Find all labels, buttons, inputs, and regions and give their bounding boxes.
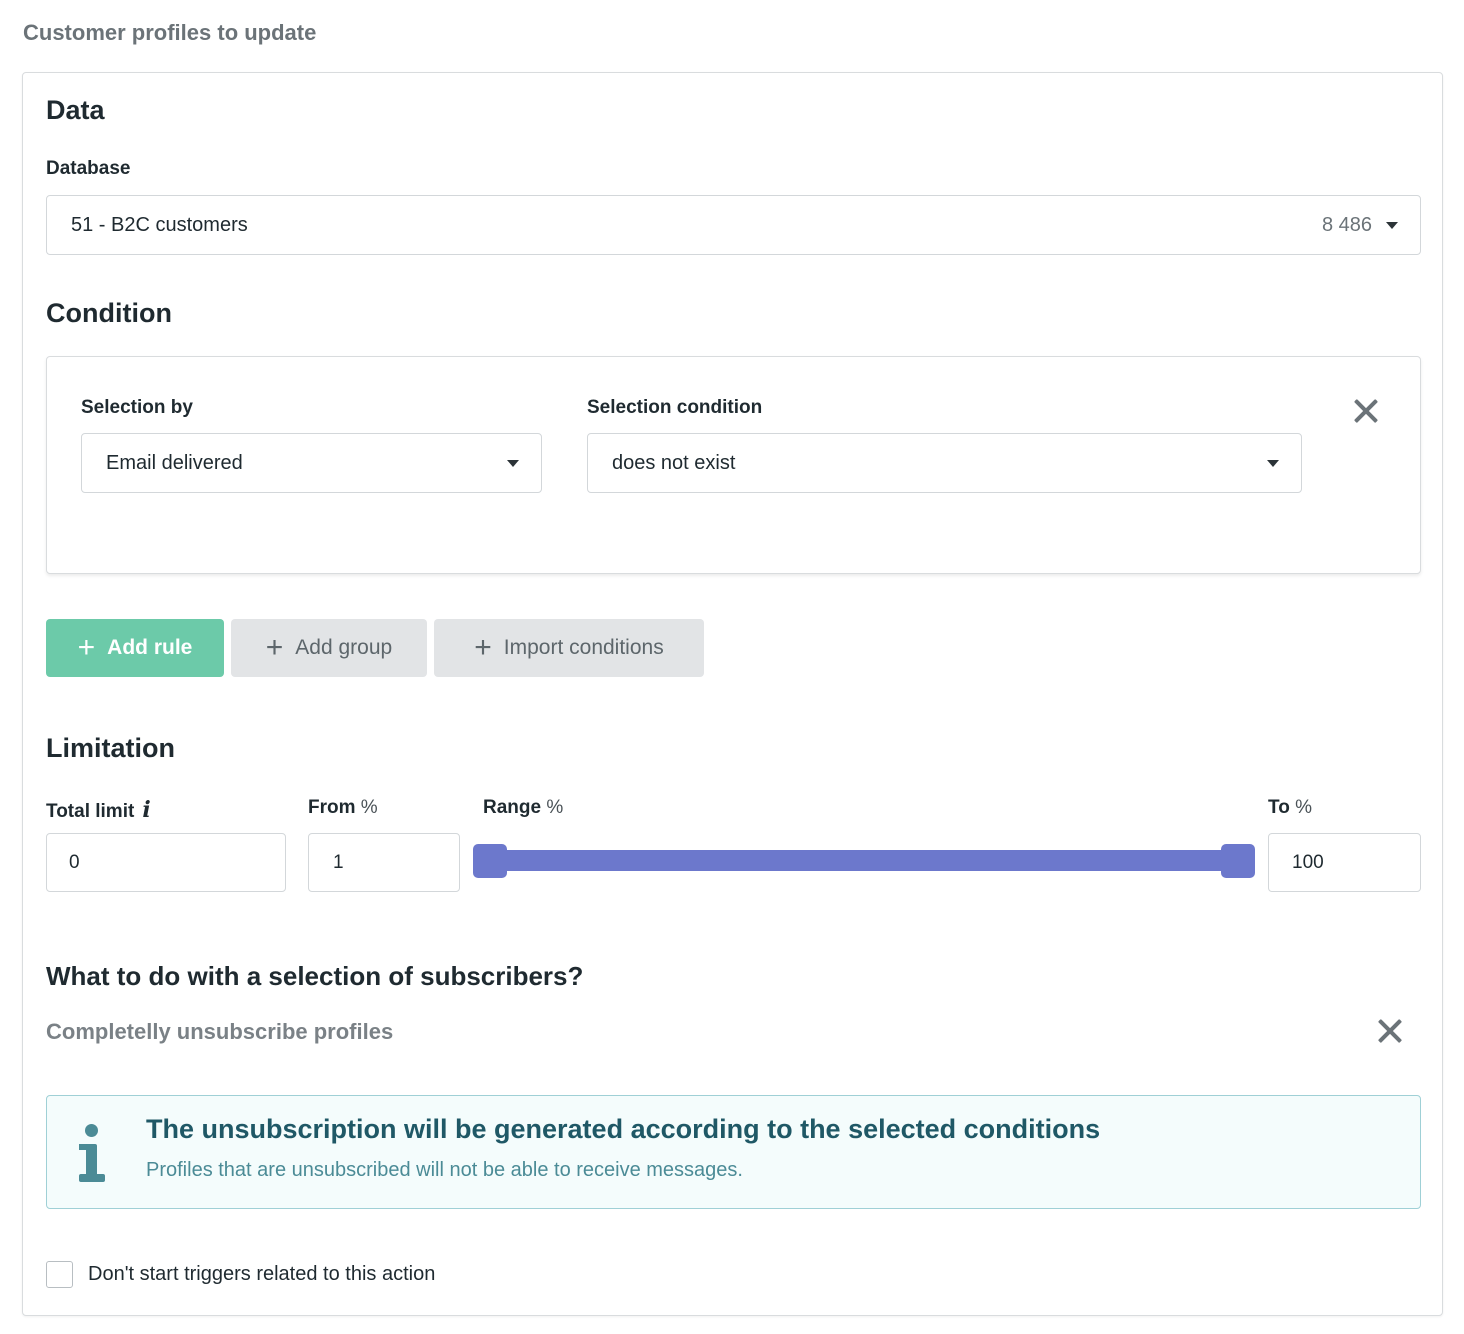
selection-by-select[interactable]: Email delivered	[81, 433, 542, 493]
add-rule-button[interactable]: + Add rule	[46, 619, 224, 677]
update-profiles-card: Data Database 51 - B2C customers 8 486 C…	[22, 72, 1443, 1316]
dont-start-triggers-checkbox[interactable]	[46, 1261, 73, 1288]
to-label-text: To	[1268, 797, 1290, 818]
plus-icon: +	[77, 631, 96, 664]
selection-condition-label: Selection condition	[587, 397, 763, 418]
selection-condition-value: does not exist	[612, 451, 736, 474]
unsubscribe-info-alert: The unsubscription will be generated acc…	[46, 1095, 1421, 1209]
info-icon[interactable]: i	[142, 797, 150, 823]
remove-rule-close-icon[interactable]	[1353, 398, 1379, 424]
database-value: 51 - B2C customers	[71, 213, 248, 236]
range-slider-max-handle[interactable]	[1221, 844, 1255, 878]
import-conditions-button[interactable]: + Import conditions	[434, 619, 704, 677]
selection-by-label: Selection by	[81, 397, 193, 418]
to-unit: %	[1295, 797, 1312, 818]
from-percent-input[interactable]: 1	[308, 833, 460, 892]
add-rule-label: Add rule	[107, 636, 193, 659]
total-limit-input[interactable]: 0	[46, 833, 286, 892]
condition-rule: Selection by Email delivered Selection c…	[46, 356, 1421, 574]
to-percent-input[interactable]: 100	[1268, 833, 1421, 892]
range-slider-track[interactable]	[475, 850, 1255, 871]
to-percent-label: To %	[1268, 797, 1312, 819]
range-unit: %	[546, 797, 564, 818]
range-label-text: Range	[483, 797, 542, 818]
import-conditions-label: Import conditions	[503, 636, 664, 659]
data-section-title: Data	[46, 95, 105, 125]
from-label-text: From	[308, 797, 356, 818]
database-count: 8 486	[1321, 213, 1372, 236]
from-percent-label: From %	[308, 797, 378, 819]
subscribers-action-heading: What to do with a selection of subscribe…	[46, 961, 584, 991]
selected-action-text: Completelly unsubscribe profiles	[46, 1019, 394, 1044]
total-limit-label: Total limit i	[46, 797, 151, 823]
page-heading: Customer profiles to update	[23, 20, 317, 45]
range-percent-label: Range %	[483, 797, 563, 819]
limitation-section-title: Limitation	[46, 733, 175, 763]
alert-body: Profiles that are unsubscribed will not …	[146, 1159, 743, 1181]
database-select[interactable]: 51 - B2C customers 8 486	[46, 195, 1421, 255]
dont-start-triggers-label[interactable]: Don't start triggers related to this act…	[88, 1263, 435, 1286]
alert-title: The unsubscription will be generated acc…	[146, 1114, 1101, 1144]
plus-icon: +	[265, 631, 284, 664]
add-group-label: Add group	[295, 636, 393, 659]
plus-icon: +	[474, 631, 492, 664]
from-unit: %	[360, 797, 378, 818]
info-icon	[77, 1120, 109, 1186]
range-slider-min-handle[interactable]	[473, 844, 507, 878]
chevron-down-icon	[1386, 221, 1398, 229]
condition-section-title: Condition	[46, 298, 172, 328]
chevron-down-icon	[1267, 459, 1279, 467]
remove-action-close-icon[interactable]	[1377, 1018, 1403, 1044]
selection-by-value: Email delivered	[106, 451, 243, 474]
selection-condition-select[interactable]: does not exist	[587, 433, 1302, 493]
database-label: Database	[46, 158, 131, 179]
chevron-down-icon	[507, 459, 519, 467]
add-group-button[interactable]: + Add group	[231, 619, 427, 677]
total-limit-label-text: Total limit	[46, 801, 135, 822]
